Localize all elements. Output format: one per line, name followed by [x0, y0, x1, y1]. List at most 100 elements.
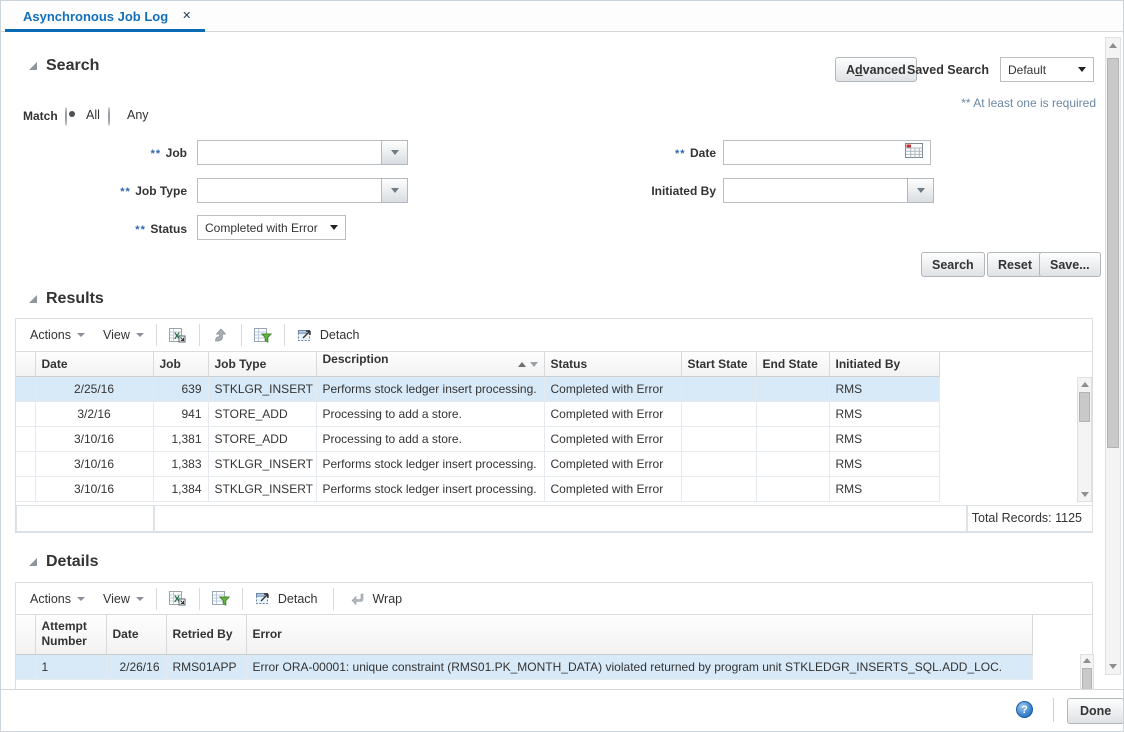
saved-search-select[interactable]: Default	[1000, 57, 1094, 82]
job-type-dropdown-button[interactable]	[381, 178, 408, 203]
table-row[interactable]: 3/10/161,381STORE_ADDProcessing to add a…	[16, 427, 939, 452]
advanced-button[interactable]: Advanced	[835, 57, 917, 82]
match-any-label: Any	[127, 108, 149, 122]
column-header-error[interactable]: Error	[246, 615, 1032, 654]
column-header-initiated-by[interactable]: Initiated By	[829, 352, 939, 377]
column-header-description[interactable]: Description	[316, 352, 544, 377]
cell-date: 3/10/16	[35, 427, 153, 452]
match-any-radio[interactable]	[108, 107, 110, 126]
export-to-excel-icon[interactable]: X	[169, 327, 187, 344]
table-row[interactable]: 2/25/16639STKLGR_INSERTPerforms stock le…	[16, 377, 939, 402]
results-toolbar: Actions View X	[16, 319, 1092, 352]
results-panel: Actions View X	[15, 318, 1093, 533]
help-icon[interactable]: ?	[1016, 701, 1033, 718]
row-select-cell	[16, 427, 35, 452]
match-all-radio[interactable]	[65, 107, 67, 126]
table-row[interactable]: 3/10/161,384STKLGR_INSERTPerforms stock …	[16, 477, 939, 502]
tab-asynchronous-job-log[interactable]: Asynchronous Job Log ✕	[5, 1, 205, 32]
done-button[interactable]: Done	[1067, 698, 1124, 724]
page-scrollbar[interactable]	[1105, 37, 1121, 675]
cell-description: Performs stock ledger insert processing.	[316, 377, 544, 402]
export-to-excel-icon[interactable]: X	[169, 590, 187, 607]
job-dropdown-button[interactable]	[381, 140, 408, 165]
cell-job: 941	[153, 402, 208, 427]
cell-initiated-by: RMS	[829, 452, 939, 477]
scroll-down-icon[interactable]	[1081, 492, 1089, 497]
column-header-job[interactable]: Job	[153, 352, 208, 377]
column-header-end-state[interactable]: End State	[756, 352, 829, 377]
cell-date: 2/25/16	[35, 377, 153, 402]
table-row[interactable]: 3/2/16941STORE_ADDProcessing to add a st…	[16, 402, 939, 427]
cell-date: 3/10/16	[35, 452, 153, 477]
column-header-retried-by[interactable]: Retried By	[166, 615, 246, 654]
cell-job-type: STORE_ADD	[208, 427, 316, 452]
search-section-header[interactable]: Search	[29, 57, 99, 75]
cell-initiated-by: RMS	[829, 477, 939, 502]
query-by-example-icon[interactable]	[254, 327, 272, 344]
scrollbar-thumb[interactable]	[1079, 392, 1090, 422]
column-header-status[interactable]: Status	[544, 352, 681, 377]
results-table-scrollbar[interactable]	[1077, 377, 1092, 502]
cell-date: 3/10/16	[35, 477, 153, 502]
sort-descending-icon[interactable]	[530, 362, 538, 367]
tab-label: Asynchronous Job Log	[23, 9, 168, 24]
tab-close-icon[interactable]: ✕	[182, 11, 191, 22]
date-input[interactable]	[723, 140, 931, 165]
row-select-cell	[16, 654, 35, 679]
column-header-attempt-number[interactable]: Attempt Number	[35, 615, 106, 654]
actions-menu[interactable]: Actions	[30, 592, 85, 606]
sort-ascending-icon[interactable]	[518, 362, 526, 367]
detach-icon[interactable]	[297, 327, 314, 344]
chevron-down-icon	[77, 597, 85, 601]
column-header-start-state[interactable]: Start State	[681, 352, 756, 377]
detach-icon[interactable]	[255, 590, 272, 607]
details-section-header[interactable]: Details	[29, 553, 98, 571]
collapse-triangle-icon	[29, 558, 37, 566]
wrap-icon[interactable]	[350, 591, 366, 607]
scrollbar-thumb[interactable]	[1107, 58, 1119, 448]
row-select-cell	[16, 477, 35, 502]
cell-error: Error ORA-00001: unique constraint (RMS0…	[246, 654, 1032, 679]
rollup-arrow-icon[interactable]	[212, 327, 229, 344]
view-menu[interactable]: View	[103, 328, 144, 342]
initiated-by-input[interactable]	[723, 178, 908, 203]
reset-button[interactable]: Reset	[987, 252, 1043, 277]
results-table: Date Job Job Type Description Status Sta…	[16, 352, 940, 502]
column-header-job-type[interactable]: Job Type	[208, 352, 316, 377]
column-header-date[interactable]: Date	[35, 352, 153, 377]
cell-end-state	[756, 402, 829, 427]
detach-label[interactable]: Detach	[278, 592, 318, 606]
scrollbar-thumb[interactable]	[1082, 668, 1092, 690]
required-note: ** At least one is required	[861, 96, 1096, 110]
detach-label[interactable]: Detach	[320, 328, 360, 342]
save-button[interactable]: Save...	[1039, 252, 1101, 277]
results-section-header[interactable]: Results	[29, 290, 104, 308]
job-type-input[interactable]	[197, 178, 382, 203]
wrap-label[interactable]: Wrap	[372, 592, 402, 606]
cell-retried-by: RMS01APP	[166, 654, 246, 679]
calendar-icon[interactable]	[905, 143, 923, 159]
search-button[interactable]: Search	[921, 252, 985, 277]
details-table-scrollbar[interactable]	[1080, 654, 1094, 690]
cell-start-state	[681, 477, 756, 502]
scroll-down-icon[interactable]	[1109, 664, 1117, 669]
scroll-up-icon[interactable]	[1081, 382, 1089, 387]
table-row[interactable]: 12/26/16RMS01APPError ORA-00001: unique …	[16, 654, 1032, 679]
scroll-up-icon[interactable]	[1109, 43, 1117, 48]
scroll-up-icon[interactable]	[1083, 658, 1091, 663]
view-menu[interactable]: View	[103, 592, 144, 606]
cell-job: 1,381	[153, 427, 208, 452]
match-all-label: All	[86, 108, 100, 122]
status-select[interactable]: Completed with Error	[197, 215, 346, 240]
query-by-example-icon[interactable]	[212, 590, 230, 607]
table-row[interactable]: 3/10/161,383STKLGR_INSERTPerforms stock …	[16, 452, 939, 477]
tab-bar: Asynchronous Job Log ✕	[1, 1, 1123, 32]
divider	[1053, 698, 1054, 722]
job-input[interactable]	[197, 140, 382, 165]
initiated-by-dropdown-button[interactable]	[907, 178, 934, 203]
column-header-date[interactable]: Date	[106, 615, 166, 654]
date-field-label: ** Date	[561, 144, 716, 162]
cell-end-state	[756, 427, 829, 452]
asynchronous-job-log-screen: Asynchronous Job Log ✕ Search Advanced S…	[0, 0, 1124, 732]
actions-menu[interactable]: Actions	[30, 328, 85, 342]
